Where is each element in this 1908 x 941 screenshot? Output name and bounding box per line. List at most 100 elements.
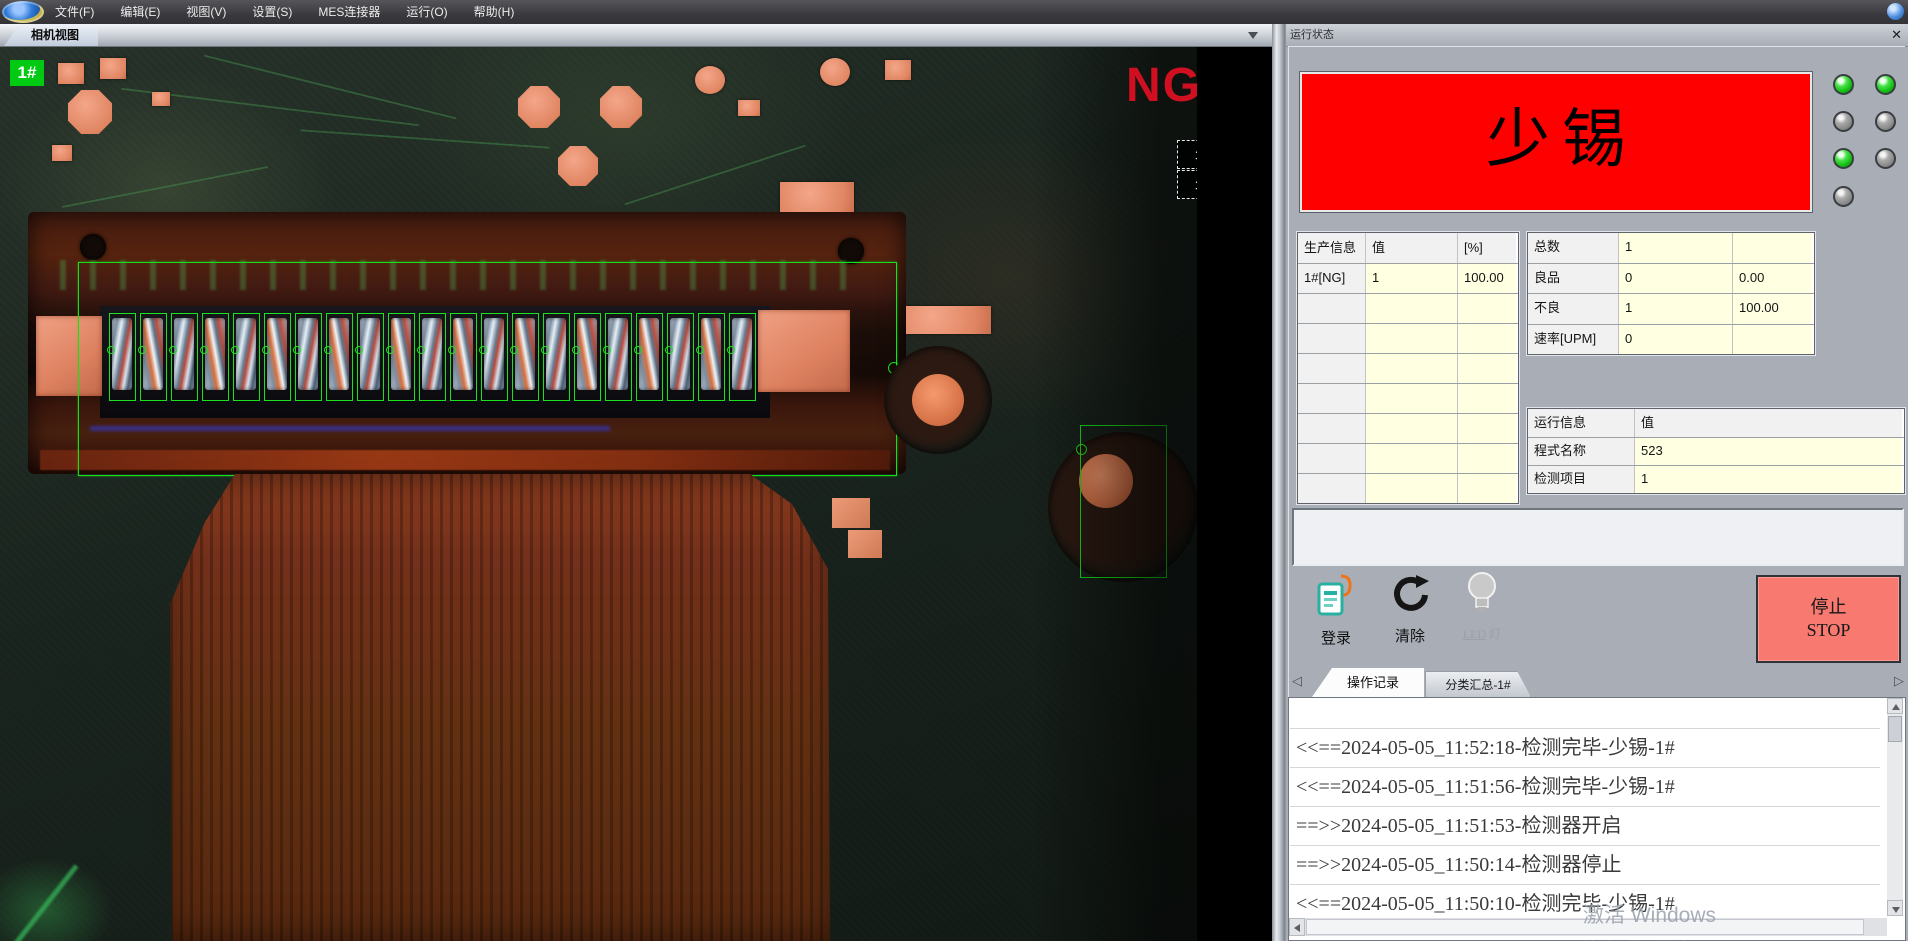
table-cell: 速率[UPM] [1528,325,1619,355]
menu-item[interactable]: MES连接器 [305,0,393,24]
tab-list-dropdown-button[interactable] [1244,30,1262,42]
status-led-off [1833,111,1854,132]
camera-tab-strip: 相机视图 [0,24,1272,47]
table-cell [1458,354,1516,383]
table-cell: 1#[NG] [1298,264,1366,293]
led-light-button[interactable]: LED 灯 [1452,570,1512,642]
table-cell [1366,354,1458,383]
table-header-cell: 运行信息 [1528,409,1635,437]
window-system-icon[interactable] [1887,3,1904,20]
table-cell [1366,324,1458,353]
table-cell [1458,384,1516,413]
table-cell: 100.00 [1458,264,1516,293]
table-header-cell: 值 [1366,233,1458,263]
table-cell [1458,294,1516,323]
horizontal-scroll-thumb[interactable] [1306,919,1864,935]
app-logo-icon [2,1,44,23]
table-cell [1298,444,1366,473]
login-label: 登录 [1306,627,1366,648]
table-cell: 检测项目 [1528,466,1635,493]
defect-tag: 少锡 [1177,170,1197,199]
stop-label-cn: 停止 [1758,596,1899,619]
close-icon[interactable]: ✕ [1891,24,1902,46]
camera-viewport: 1# NG 少锡少锡 [0,46,1272,941]
log-row-empty [1290,698,1880,729]
log-entry: <<==2024-05-05_11:52:18-检测完毕-少锡-1# [1290,729,1880,768]
menu-item[interactable]: 帮助(H) [461,0,528,24]
table-cell: 0 [1619,325,1733,355]
table-row: 良品00.00 [1528,264,1814,295]
panel-title-bar: 运行状态 ✕ [1286,24,1908,47]
tab-scroll-right-icon[interactable]: ▷ [1894,673,1904,691]
table-row: 不良1100.00 [1528,294,1814,325]
arrow-up-icon [1892,704,1900,710]
table-cell [1298,414,1366,443]
led-label: LED 灯 [1452,625,1512,642]
table-row: 速率[UPM]0 [1528,325,1814,355]
table-cell: 1 [1619,294,1733,324]
totals-table: 总数1良品00.00不良1100.00速率[UPM]0 [1527,232,1815,355]
arrow-left-icon [1294,924,1300,932]
table-cell [1733,325,1812,355]
menu-item[interactable]: 文件(F) [42,0,107,24]
status-led-off [1875,148,1896,169]
operation-log-list: <<==2024-05-05_11:52:18-检测完毕-少锡-1#<<==20… [1288,697,1906,941]
table-cell [1366,294,1458,323]
log-entry: <<==2024-05-05_11:51:56-检测完毕-少锡-1# [1290,768,1880,807]
table-row [1298,414,1518,444]
table-row [1298,474,1518,503]
table-cell [1298,474,1366,503]
log-vertical-scrollbar[interactable] [1887,698,1903,916]
run-status-panel: 运行状态 ✕ 少锡 生产信息值[%]1#[NG]1100.00 总数1良品00.… [1286,24,1908,941]
table-row: 总数1 [1528,233,1814,264]
pcb-photo: 1# NG 少锡少锡 [0,46,1197,941]
menu-item[interactable]: 编辑(E) [107,0,173,24]
run-info-table: 运行信息值程式名称523检测项目1 [1527,408,1905,494]
log-entry: ==>>2024-05-05_11:51:53-检测器开启 [1290,807,1880,846]
table-header-cell: 生产信息 [1298,233,1366,263]
log-horizontal-scrollbar[interactable] [1289,918,1887,936]
table-cell: 100.00 [1733,294,1812,324]
log-entry: ==>>2024-05-05_11:50:14-检测器停止 [1290,846,1880,885]
clear-button[interactable]: 清除 [1380,574,1440,646]
table-cell [1733,233,1812,263]
pane-splitter[interactable] [1272,24,1286,941]
table-row: 程式名称523 [1528,438,1904,466]
table-cell [1458,444,1516,473]
log-tab-bar: ◁ 操作记录 分类汇总-1# ▷ [1286,668,1908,697]
stop-button[interactable]: 停止 STOP [1756,575,1901,663]
table-header-cell: [%] [1458,233,1516,263]
tab-classification-summary[interactable]: 分类汇总-1# [1425,671,1531,697]
table-cell [1366,414,1458,443]
scroll-up-button[interactable] [1887,698,1903,714]
menu-item[interactable]: 视图(V) [173,0,239,24]
tab-operation-log[interactable]: 操作记录 [1312,668,1424,697]
status-led-on [1833,74,1854,95]
table-cell: 0 [1619,264,1733,294]
table-cell [1458,474,1516,503]
menu-item[interactable]: 运行(O) [393,0,460,24]
table-cell: 523 [1635,438,1902,465]
table-cell [1298,324,1366,353]
arrow-down-icon [1892,907,1900,913]
table-row: 检测项目1 [1528,466,1904,493]
menu-bar: 文件(F)编辑(E)视图(V)设置(S)MES连接器运行(O)帮助(H) [0,0,1908,24]
table-row [1298,444,1518,474]
table-cell: 总数 [1528,233,1619,263]
scroll-down-button[interactable] [1887,900,1903,916]
tab-scroll-left-icon[interactable]: ◁ [1292,673,1302,691]
scroll-left-button[interactable] [1289,918,1305,936]
tab-camera-view[interactable]: 相机视图 [4,24,98,46]
table-row: 生产信息值[%] [1298,233,1518,264]
status-led-off [1875,111,1896,132]
table-row [1298,294,1518,324]
vertical-scroll-thumb[interactable] [1888,716,1902,742]
table-cell: 良品 [1528,264,1619,294]
application-window: 文件(F)编辑(E)视图(V)设置(S)MES连接器运行(O)帮助(H) 相机视… [0,0,1908,941]
login-button[interactable]: 登录 [1306,572,1366,644]
defect-tag: 少锡 [1177,140,1197,169]
table-cell [1458,414,1516,443]
menu-item[interactable]: 设置(S) [239,0,305,24]
badge-icon [1314,605,1358,622]
stop-label-en: STOP [1758,619,1899,642]
